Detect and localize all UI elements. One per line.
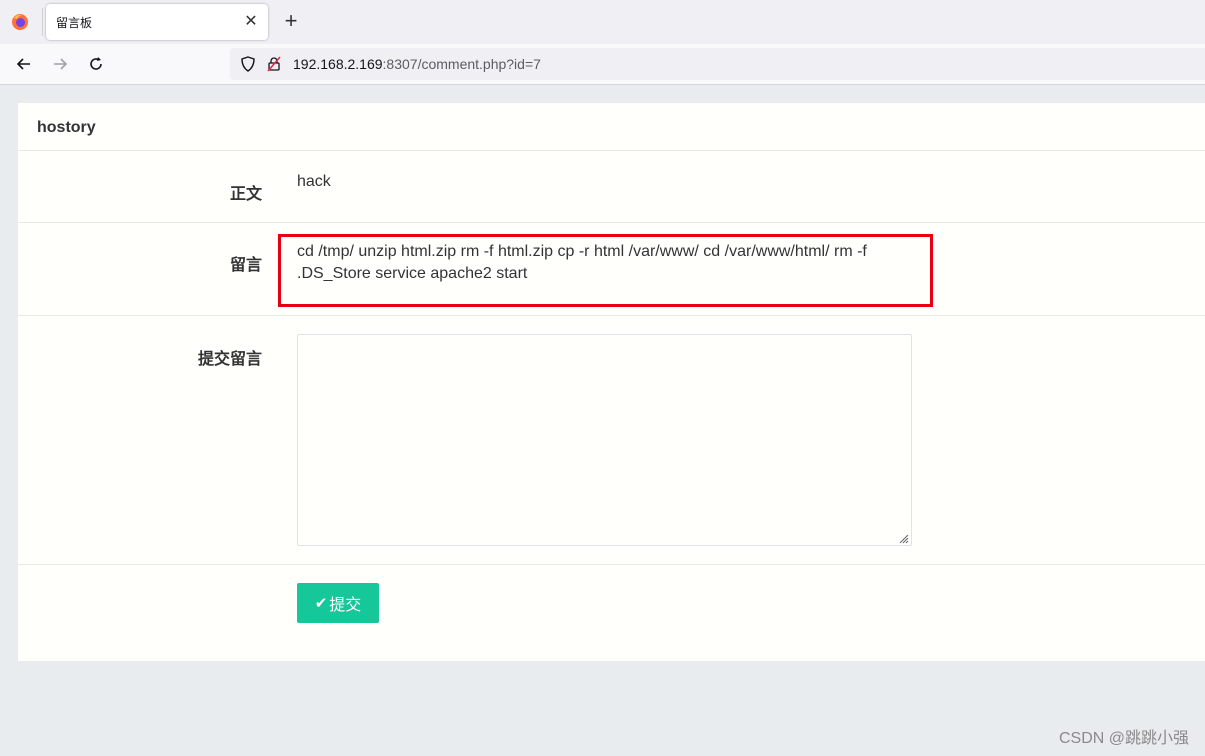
close-tab-icon[interactable]: ✕ [242,13,260,31]
check-icon: ✔ [314,595,328,612]
forward-arrow-icon[interactable] [48,52,72,76]
panel-header: hostory [18,103,1205,151]
resize-grip-icon[interactable] [897,531,909,544]
tab-title: 留言板 [56,16,93,30]
browser-nav-bar: 192.168.2.169:8307/comment.php?id=7 [0,44,1205,85]
comment-label: 留言 [229,257,262,274]
comment-panel: hostory 正文 hack 留言 cd /tmp/ unzip html.z… [18,103,1205,661]
comment-textarea[interactable] [297,334,912,546]
body-label: 正文 [229,186,262,203]
body-row: 正文 hack [18,151,1205,223]
submit-button-label: 提交 [329,597,362,614]
insecure-lock-icon[interactable] [266,56,282,72]
tab-active[interactable]: 留言板 ✕ [46,4,268,40]
address-bar[interactable]: 192.168.2.169:8307/comment.php?id=7 [230,48,1205,80]
submit-comment-label: 提交留言 [197,351,262,368]
body-value: hack [297,173,331,190]
shield-icon[interactable] [240,56,256,72]
panel-title: hostory [37,119,96,136]
new-tab-button[interactable]: + [280,10,302,32]
firefox-icon[interactable] [8,10,32,34]
reload-icon[interactable] [84,52,108,76]
red-highlight-box [278,234,933,307]
back-arrow-icon[interactable] [12,52,36,76]
url-text[interactable]: 192.168.2.169:8307/comment.php?id=7 [293,56,541,72]
url-host: 192.168.2.169 [293,56,383,72]
url-path: :8307/comment.php?id=7 [382,56,541,72]
tab-separator [42,8,43,36]
submit-button[interactable]: ✔ 提交 [297,583,379,623]
watermark: CSDN @跳跳小强 [1058,730,1189,747]
browser-tab-bar: 留言板 ✕ + [0,0,1205,44]
